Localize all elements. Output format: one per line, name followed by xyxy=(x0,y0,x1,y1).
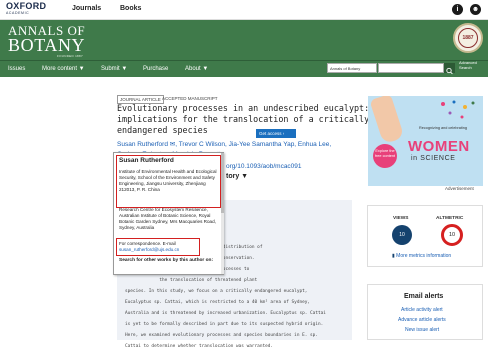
info-icon[interactable]: i xyxy=(452,4,463,15)
history-toggle[interactable]: tory ▼ xyxy=(226,173,248,180)
ad-recognizing: Recognizing and celebrating xyxy=(419,126,467,130)
new-issue-alert-link[interactable]: New issue alert xyxy=(405,327,439,333)
advanced-search-link[interactable]: Advanced Search xyxy=(459,60,487,71)
search-input[interactable] xyxy=(378,63,444,73)
search-button[interactable] xyxy=(444,63,455,75)
popup-scroll-thumb[interactable] xyxy=(221,153,224,213)
doi-link[interactable]: org/10.1093/aob/mcac091 xyxy=(226,163,302,170)
nav-submit[interactable]: Submit ▼ xyxy=(101,66,127,72)
confetti-icon xyxy=(441,100,475,119)
ad-explore-button[interactable]: Explore the free content xyxy=(373,144,397,168)
logo-line2: ACADEMIC xyxy=(6,11,30,15)
article-activity-alert-link[interactable]: Article activity alert xyxy=(401,307,443,313)
abstract-line: Here, we examined evolutionary processes… xyxy=(125,333,318,338)
nav-issues[interactable]: Issues xyxy=(8,66,25,72)
email-alerts-panel: Email alerts Article activity alert Adva… xyxy=(367,284,483,340)
altmetric-donut-icon[interactable]: 10 xyxy=(441,224,463,246)
abstract-line: Eucalyptus sp. Cattai, which is restrict… xyxy=(125,300,311,305)
seal-year: 1887 xyxy=(458,28,478,48)
views-count[interactable]: 10 xyxy=(392,225,412,245)
books-link[interactable]: Books xyxy=(120,5,141,12)
popup-scrollbar[interactable] xyxy=(221,153,224,274)
advertisement-banner[interactable]: Recognizing and celebrating Explore the … xyxy=(368,96,483,186)
hand-illustration xyxy=(369,96,405,145)
nav-more-content[interactable]: More content ▼ xyxy=(42,66,85,72)
advance-article-alerts-link[interactable]: Advance article alerts xyxy=(398,317,446,323)
abstract-line: Cattai to determine whether translocatio… xyxy=(125,344,274,349)
nav-purchase[interactable]: Purchase xyxy=(143,66,168,72)
nav-about[interactable]: About ▼ xyxy=(185,66,208,72)
more-metrics-label: More metrics information xyxy=(396,253,452,259)
journal-title-line2[interactable]: BOTANY xyxy=(8,36,85,54)
author-list[interactable]: Susan Rutherford ✉, Trevor C Wilson, Jia… xyxy=(117,140,379,149)
logo-line1: OXFORD xyxy=(6,1,47,11)
advertisement-label: Advertisement xyxy=(445,186,474,191)
altmetric-label: ALTMETRIC xyxy=(436,216,464,221)
bar-chart-icon: ▮ xyxy=(392,253,395,259)
journal-seal-icon: 1887 xyxy=(453,23,483,53)
get-access-button[interactable]: Get access › xyxy=(256,129,296,138)
abstract-line: Australia and is threatened by increased… xyxy=(125,311,326,316)
journal-founded: FOUNDED 1887 xyxy=(57,54,83,58)
article-title: Evolutionary processes in an undescribed… xyxy=(117,103,370,135)
popup-affiliation-2: Research Centre for Ecosystem Resilience… xyxy=(119,207,216,230)
abstract-line: the translocation of threatened plant xyxy=(125,278,258,283)
ad-in-science: in SCIENCE xyxy=(411,155,456,162)
views-label: VIEWS xyxy=(393,216,409,221)
user-account-icon[interactable]: ☻ xyxy=(470,4,481,15)
search-other-works-label: Search for other works by this author on… xyxy=(119,258,214,263)
abstract-line: species. In this study, we focus on a cr… xyxy=(125,289,308,294)
top-bar: OXFORD ACADEMIC Journals Books i ☻ xyxy=(0,0,488,20)
highlight-box-email xyxy=(116,238,200,256)
email-alerts-title: Email alerts xyxy=(404,293,444,300)
search-icon xyxy=(446,67,453,75)
search-scope-select[interactable]: Annals of Botany xyxy=(327,63,377,73)
abstract-line: is yet to be formally described in part … xyxy=(125,322,324,327)
oxford-academic-logo[interactable]: OXFORD ACADEMIC xyxy=(6,2,46,16)
more-metrics-link[interactable]: ▮ More metrics information xyxy=(392,253,451,259)
article-status: ACCEPTED MANUSCRIPT xyxy=(162,96,218,101)
highlight-box-name-affiliation xyxy=(116,155,221,208)
journals-link[interactable]: Journals xyxy=(72,5,101,12)
ad-women: WOMEN xyxy=(408,138,470,155)
journal-banner: ANNALS OF BOTANY FOUNDED 1887 xyxy=(0,20,488,60)
